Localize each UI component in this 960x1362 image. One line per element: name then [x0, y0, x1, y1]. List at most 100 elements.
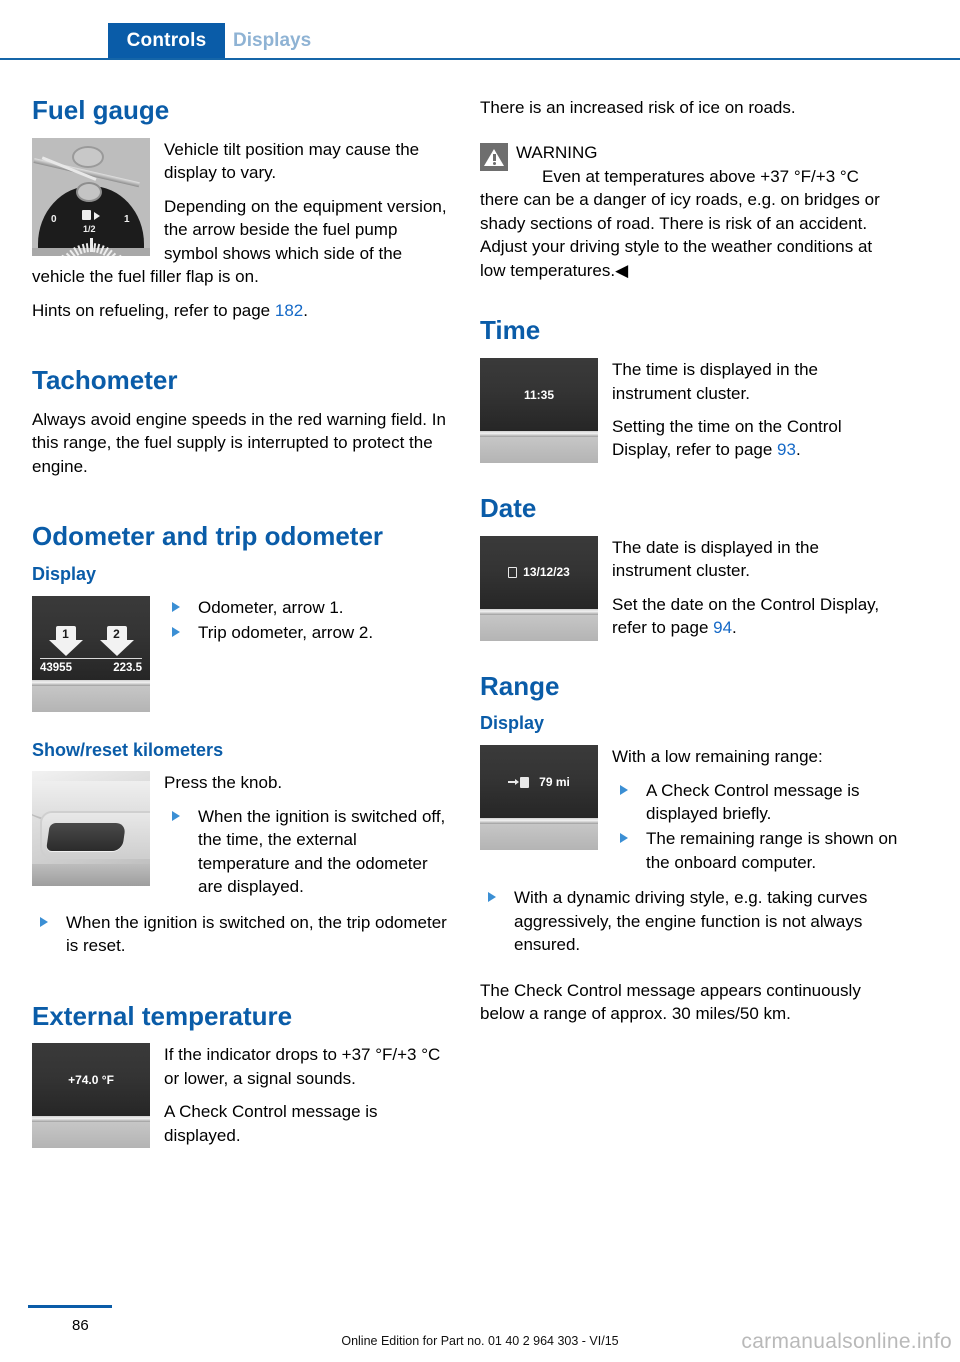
external-temperature-figure: +74.0 °F	[32, 1043, 150, 1149]
tab-displays[interactable]: Displays	[233, 23, 311, 58]
reset-knob-photo	[32, 771, 150, 887]
screen-base	[480, 614, 598, 641]
ice-risk-note: There is an increased risk of ice on roa…	[480, 98, 796, 117]
section-title-fuel-gauge: Fuel gauge	[32, 95, 170, 125]
bullet-triangle-icon	[620, 784, 628, 795]
time-value: 11:35	[523, 387, 555, 402]
bullet-triangle-icon	[172, 601, 180, 612]
refuel-hint-text: Hints on refueling, refer to page	[32, 300, 275, 320]
warning-body: Even at temperatures above +37 °F/+3 °C …	[480, 165, 900, 282]
list-item: Odometer, arrow 1.	[164, 596, 450, 619]
time-figure: 11:35	[480, 358, 598, 464]
date-value: 13/12/23	[523, 565, 570, 580]
screen-base	[32, 685, 150, 712]
page-header: Controls Displays	[0, 0, 960, 62]
time-para-2-period: .	[795, 440, 801, 460]
bullet-triangle-icon	[172, 810, 180, 821]
section-title-odometer: Odometer and trip odometer	[32, 521, 384, 552]
temperature-value: +74.0 °F	[68, 1072, 114, 1087]
range-screen: 79 mi	[480, 745, 598, 819]
right-column: There is an increased risk of ice on roa…	[480, 96, 900, 1036]
odometer-display-illustration: 1 2 43955 223.5	[32, 595, 150, 712]
show-reset-full-list: When the ignition is switched on, the tr…	[32, 911, 450, 958]
knob-figure	[32, 771, 150, 887]
odometer-value: 43955	[40, 661, 72, 674]
range-value: 79 mi	[539, 774, 570, 789]
bullet-triangle-icon	[172, 627, 180, 638]
subheading-odometer-display: Display	[32, 564, 97, 585]
fuel-gauge-illustration: 0 1/2 1	[32, 137, 150, 256]
knob-button-shape	[46, 823, 126, 852]
odometer-figure: 1 2 43955 223.5	[32, 595, 150, 712]
list-item: When the ignition is switched off, the t…	[164, 805, 450, 899]
callout-arrow-2-number: 2	[113, 626, 120, 641]
list-item: With a dynamic driving style, e.g. takin…	[480, 886, 900, 956]
temperature-display-illustration: +74.0 °F	[32, 1043, 150, 1149]
callout-arrow-2: 2	[99, 625, 134, 656]
range-display-illustration: 79 mi	[480, 745, 598, 851]
list-item-text: When the ignition is switched off, the t…	[198, 806, 446, 897]
time-display-illustration: 11:35	[480, 358, 598, 464]
subheading-range-display: Display	[480, 713, 545, 734]
list-item-text: Trip odometer, arrow 2.	[198, 623, 374, 643]
list-item-text: A Check Control message is displayed bri…	[646, 780, 860, 823]
range-block: 79 mi With a low remaining range: A Chec…	[480, 745, 900, 886]
gauge-needle-knob	[72, 145, 104, 168]
range-figure: 79 mi	[480, 745, 598, 851]
list-item: A Check Control message is displayed bri…	[612, 779, 900, 826]
warning-body-text: Even at temperatures above +37 °F/+3 °C …	[480, 166, 880, 280]
page-ref-94[interactable]: 94	[713, 618, 732, 637]
section-title-range: Range	[480, 670, 560, 701]
fuel-side-arrow-icon	[94, 211, 100, 220]
subheading-show-reset-kilometers: Show/reset kilometers	[32, 739, 224, 760]
range-closing-note: The Check Control message appears contin…	[480, 980, 861, 1024]
calendar-icon	[508, 566, 518, 578]
bullet-triangle-icon	[620, 833, 628, 844]
odometer-block: 1 2 43955 223.5 Odometer, arrow 1. Trip …	[32, 595, 450, 718]
warning-block: WARNING Even at temperatures above +37 °…	[480, 141, 900, 282]
fuel-pump-icon	[82, 209, 91, 220]
list-item: Trip odometer, arrow 2.	[164, 621, 450, 644]
range-indented-list: A Check Control message is displayed bri…	[612, 779, 900, 877]
date-para-2-text: Set the date on the Control Display, ref…	[612, 594, 880, 638]
warning-title: WARNING	[516, 143, 598, 163]
date-display-illustration: 13/12/23	[480, 535, 598, 641]
time-block: 11:35 The time is displayed in the instr…	[480, 358, 900, 472]
gauge-label-empty: 0	[51, 213, 57, 225]
tab-controls-label: Controls	[126, 29, 207, 51]
fuel-gauge-block: 0 1/2 1 Vehicle tilt position may cause …	[32, 137, 450, 299]
odometer-screen: 1 2 43955 223.5	[32, 595, 150, 680]
range-full-list: With a dynamic driving style, e.g. takin…	[480, 886, 900, 956]
tab-displays-label: Displays	[233, 29, 312, 51]
footer-divider	[28, 1305, 112, 1308]
callout-arrow-1: 1	[48, 625, 83, 656]
time-screen: 11:35	[480, 358, 598, 432]
section-title-tachometer: Tachometer	[32, 365, 178, 396]
date-figure: 13/12/23	[480, 535, 598, 641]
gauge-label-half: 1/2	[83, 223, 96, 234]
section-title-external-temperature: External temperature	[32, 1000, 293, 1031]
page-ref-93[interactable]: 93	[777, 440, 796, 459]
external-temperature-block: +74.0 °F If the indicator drops to +37 °…	[32, 1043, 450, 1157]
date-para-2-period: .	[732, 618, 737, 638]
date-screen: 13/12/23	[480, 535, 598, 609]
bullet-triangle-icon	[488, 892, 496, 903]
watermark: carmanualsonline.info	[741, 1330, 952, 1353]
header-divider	[0, 58, 960, 60]
page-ref-182[interactable]: 182	[275, 301, 303, 320]
gauge-label-full: 1	[124, 213, 130, 225]
refuel-arrow-pump-icon	[508, 775, 530, 789]
screen-base	[480, 824, 598, 851]
trip-odometer-value: 223.5	[113, 661, 142, 674]
time-para-2-text: Setting the time on the Control Display,…	[612, 416, 842, 460]
tab-controls[interactable]: Controls	[108, 23, 225, 58]
fuel-gauge-figure: 0 1/2 1	[32, 137, 150, 256]
list-item-text: Odometer, arrow 1.	[198, 597, 344, 617]
page-number: 86	[72, 1317, 89, 1334]
list-item: The remaining range is shown on the onbo…	[612, 827, 900, 874]
show-reset-indented-list: When the ignition is switched off, the t…	[164, 805, 450, 901]
odometer-bullet-list: Odometer, arrow 1. Trip odometer, arrow …	[164, 596, 450, 647]
list-item: When the ignition is switched on, the tr…	[32, 911, 450, 958]
gauge-hub	[76, 181, 102, 202]
fuel-gauge-refuel-hint: Hints on refueling, refer to page 182.	[32, 299, 450, 322]
